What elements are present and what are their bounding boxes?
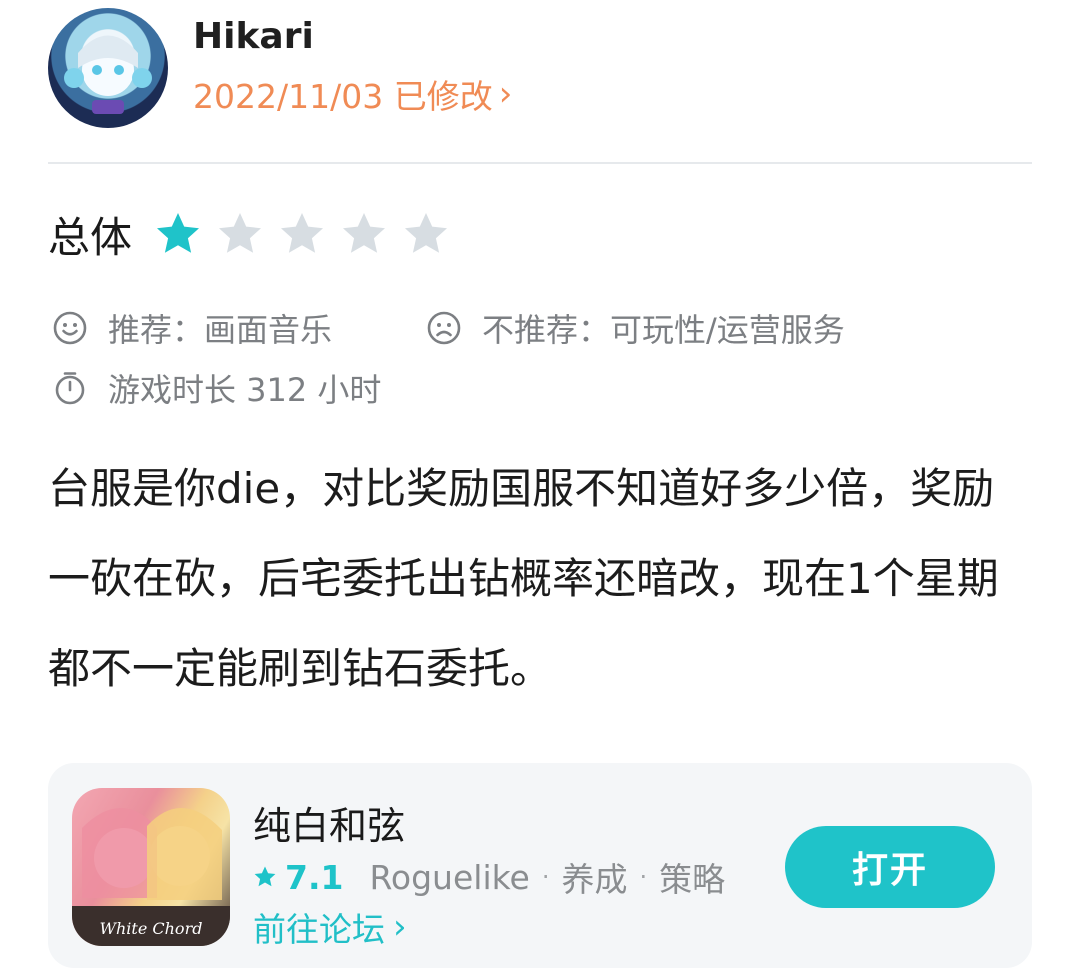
- playtime-text: 游戏时长 312 小时: [108, 371, 382, 409]
- star-filled-icon: [157, 213, 200, 253]
- avatar[interactable]: [48, 8, 168, 128]
- open-game-button[interactable]: 打开: [785, 826, 995, 908]
- date-text: 2022/11/03 已修改: [193, 77, 493, 116]
- chevron-right-icon: ›: [393, 907, 407, 947]
- game-tag: Roguelike: [369, 857, 530, 897]
- game-icon-caption: White Chord: [99, 919, 203, 938]
- rating-row: 总体: [48, 202, 450, 266]
- frown-icon: [427, 311, 461, 345]
- star-icon: [254, 866, 276, 887]
- author-name[interactable]: Hikari: [193, 16, 314, 57]
- game-icon[interactable]: White Chord: [72, 788, 230, 946]
- recommend-text: 推荐：画面音乐: [108, 311, 333, 349]
- playtime-row: 游戏时长 312 小时: [52, 364, 381, 412]
- game-tag: 养成: [561, 860, 628, 899]
- review-header: Hikari 2022/11/03 已修改 ›: [48, 8, 1032, 130]
- separator-dot: ·: [639, 863, 648, 891]
- separator-dot: ·: [541, 863, 550, 891]
- star-rating: [154, 210, 450, 258]
- star-empty-icon: [281, 213, 324, 253]
- not-recommend-tag: 不推荐：可玩性/运营服务: [426, 305, 845, 351]
- rating-label: 总体: [48, 212, 133, 262]
- not-recommend-text: 不推荐：可玩性/运营服务: [482, 311, 845, 349]
- review-date[interactable]: 2022/11/03 已修改 ›: [193, 70, 512, 118]
- game-tag: 策略: [659, 860, 726, 899]
- star-empty-icon: [219, 213, 262, 253]
- divider: [48, 162, 1032, 164]
- chevron-right-icon: ›: [498, 74, 513, 114]
- game-name[interactable]: 纯白和弦: [253, 795, 405, 850]
- smile-icon: [53, 311, 87, 345]
- game-meta: 7.1 Roguelike · 养成 · 策略: [253, 853, 725, 901]
- forum-link[interactable]: 前往论坛 ›: [253, 903, 407, 951]
- review-body[interactable]: 台服是你die，对比奖励国服不知道好多少倍，奖励一砍在砍，后宅委托出钻概率还暗改…: [48, 444, 1032, 714]
- recommend-tag: 推荐：画面音乐: [52, 305, 426, 351]
- stopwatch-icon: [55, 372, 85, 405]
- forum-link-text: 前往论坛: [253, 910, 385, 949]
- game-score: 7.1: [285, 857, 344, 897]
- star-empty-icon: [343, 213, 386, 253]
- star-empty-icon: [405, 213, 448, 253]
- recommend-row: 推荐：画面音乐 不推荐：可玩性/运营服务: [52, 304, 845, 352]
- game-card[interactable]: White Chord 纯白和弦 7.1 Roguelike · 养成 · 策略…: [48, 763, 1032, 968]
